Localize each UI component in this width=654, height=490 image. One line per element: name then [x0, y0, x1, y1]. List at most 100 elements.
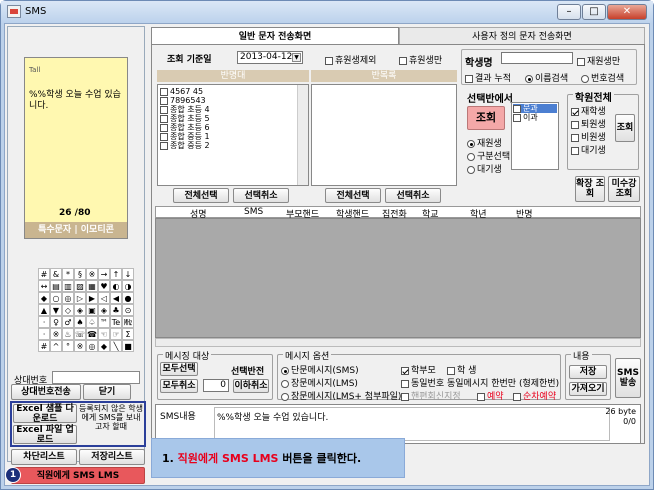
special-char-key[interactable]: #: [38, 340, 50, 352]
phone-search-radio[interactable]: 번호검색: [581, 71, 624, 84]
special-char-key[interactable]: ♥: [98, 280, 110, 292]
class-list-item[interactable]: 종합 중등 2: [160, 141, 306, 150]
special-char-key[interactable]: ♤: [86, 316, 98, 328]
same-number-checkbox[interactable]: 동일번호 동일메시지 한번만 (형제한번): [401, 376, 559, 389]
special-char-key[interactable]: *: [62, 268, 74, 280]
expand-query-button[interactable]: 확장 조회: [575, 176, 605, 202]
special-char-key[interactable]: ㆍ: [38, 316, 50, 328]
academy-waiting-checkbox[interactable]: 대기생: [571, 143, 606, 156]
special-char-key[interactable]: ○: [50, 292, 62, 304]
special-char-key[interactable]: ※: [50, 328, 62, 340]
special-char-key[interactable]: ◈: [74, 304, 86, 316]
load-content-button[interactable]: 가져오기: [569, 382, 607, 396]
special-char-key[interactable]: ☜: [98, 328, 110, 340]
special-char-key[interactable]: →: [98, 268, 110, 280]
name-search-radio[interactable]: 이름검색: [525, 71, 568, 84]
academy-enrolled-checkbox[interactable]: 재학생: [571, 104, 606, 117]
special-char-key[interactable]: ▶: [86, 292, 98, 304]
special-char-key[interactable]: ※: [86, 268, 98, 280]
student-name-input[interactable]: [501, 52, 573, 64]
special-char-key[interactable]: ™: [98, 316, 110, 328]
special-char-key[interactable]: ↓: [122, 268, 134, 280]
special-char-key[interactable]: ◆: [98, 340, 110, 352]
minimize-icon[interactable]: –: [557, 4, 581, 20]
subject-item[interactable]: 문과: [513, 104, 557, 113]
academy-nonstudent-checkbox[interactable]: 비원생: [571, 130, 606, 143]
exclude-leave-checkbox[interactable]: 휴원생제외: [325, 53, 376, 66]
student-table-body[interactable]: [155, 218, 641, 338]
recipients-cancel-all-button[interactable]: 모두취소: [160, 379, 198, 393]
class-list-item[interactable]: 종합 초등 5: [160, 114, 306, 123]
cancel-below-button[interactable]: 이하취소: [233, 379, 269, 393]
sms-radio[interactable]: 단문메시지(SMS): [281, 363, 359, 376]
special-char-key[interactable]: ◀: [110, 292, 122, 304]
academy-query-button[interactable]: 조회: [615, 114, 635, 142]
staff-sms-lms-button[interactable]: 직원에게 SMS LMS: [11, 467, 145, 484]
block-list-button[interactable]: 차단리스트: [11, 449, 77, 465]
special-char-key[interactable]: ♀: [50, 316, 62, 328]
lms-radio[interactable]: 장문메시지(LMS): [281, 376, 358, 389]
special-char-key[interactable]: ▷: [74, 292, 86, 304]
special-char-key[interactable]: ▦: [86, 280, 98, 292]
class-list-item[interactable]: 4567 45: [160, 87, 306, 96]
special-char-key[interactable]: ♠: [74, 316, 86, 328]
recv-reject-checkbox[interactable]: 핸편회신지정: [401, 389, 461, 402]
special-char-key[interactable]: §: [74, 268, 86, 280]
unpaid-query-button[interactable]: 미수강 조회: [608, 176, 640, 202]
selection-status-radio[interactable]: 구분선택: [467, 149, 510, 162]
special-char-key[interactable]: ◐: [110, 280, 122, 292]
special-char-key[interactable]: ▲: [38, 304, 50, 316]
save-list-button[interactable]: 저장리스트: [79, 449, 145, 465]
result-accum-checkbox[interactable]: 결과 누적: [465, 71, 511, 84]
repeat-select-all-button[interactable]: 전체선택: [325, 188, 381, 203]
tab-general-send[interactable]: 일반 문자 전송화면: [151, 27, 399, 45]
tab-custom-send[interactable]: 사용자 정의 문자 전송화면: [399, 27, 645, 45]
special-char-key[interactable]: ♂: [62, 316, 74, 328]
special-char-key[interactable]: Te: [110, 316, 122, 328]
special-char-key[interactable]: #: [38, 268, 50, 280]
seq-reserve-checkbox[interactable]: 순차예약: [513, 389, 556, 402]
special-char-key[interactable]: ↔: [38, 280, 50, 292]
sms-content-textarea[interactable]: %%학생 오늘 수업 있습니다.: [214, 407, 610, 441]
special-char-key[interactable]: &: [50, 268, 62, 280]
excel-file-upload-button[interactable]: Excel 파일 업로드: [13, 425, 77, 445]
class-list-item[interactable]: 종합 중등 1: [160, 132, 306, 141]
selection-query-button[interactable]: 조회: [467, 106, 505, 130]
special-char-key[interactable]: ♣: [110, 304, 122, 316]
special-char-key[interactable]: ▥: [62, 280, 74, 292]
class-list-item[interactable]: 7896543: [160, 96, 306, 105]
special-char-key[interactable]: ☞: [110, 328, 122, 340]
special-char-key[interactable]: ▤: [50, 280, 62, 292]
special-char-key[interactable]: ▣: [86, 304, 98, 316]
close-button[interactable]: 닫기: [83, 384, 131, 400]
special-char-key[interactable]: ◑: [122, 280, 134, 292]
special-char-bar[interactable]: 특수문자 | 이모티콘: [25, 222, 127, 238]
enrolled-only-checkbox[interactable]: 재원생만: [577, 54, 620, 67]
special-char-key[interactable]: Σ: [122, 328, 134, 340]
counterpart-send-button[interactable]: 상대번호전송: [11, 384, 81, 400]
subject-item[interactable]: 이과: [513, 113, 557, 122]
close-icon[interactable]: ✕: [607, 4, 647, 20]
class-list-scrollbar[interactable]: [297, 85, 308, 185]
special-char-key[interactable]: ●: [122, 292, 134, 304]
parent-checkbox[interactable]: 학부모: [401, 363, 436, 376]
special-char-key[interactable]: ▼: [50, 304, 62, 316]
special-char-key[interactable]: ◆: [38, 292, 50, 304]
special-char-key[interactable]: ◇: [62, 304, 74, 316]
academy-withdrawn-checkbox[interactable]: 퇴원생: [571, 117, 606, 130]
excel-sample-download-button[interactable]: Excel 샘플 다운로드: [13, 404, 77, 424]
student-checkbox[interactable]: 학 생: [447, 363, 476, 376]
maximize-icon[interactable]: □: [582, 4, 606, 20]
lms-attach-radio[interactable]: 장문메시지(LMS+ 첨부파일): [281, 389, 401, 402]
selection-enrolled-radio[interactable]: 재원생: [467, 136, 502, 149]
special-char-key[interactable]: ☎: [86, 328, 98, 340]
class-list-item[interactable]: 종합 초등 4: [160, 105, 306, 114]
class-select-all-button[interactable]: 전체선택: [173, 188, 229, 203]
dropdown-arrow-icon[interactable]: ▼: [292, 53, 301, 62]
special-char-key[interactable]: ◎: [86, 340, 98, 352]
reserve-checkbox[interactable]: 예약: [477, 389, 504, 402]
selection-waiting-radio[interactable]: 대기생: [467, 162, 502, 175]
special-char-key[interactable]: ♨: [62, 328, 74, 340]
special-char-key[interactable]: ■: [122, 340, 134, 352]
special-char-key[interactable]: ⊙: [122, 304, 134, 316]
